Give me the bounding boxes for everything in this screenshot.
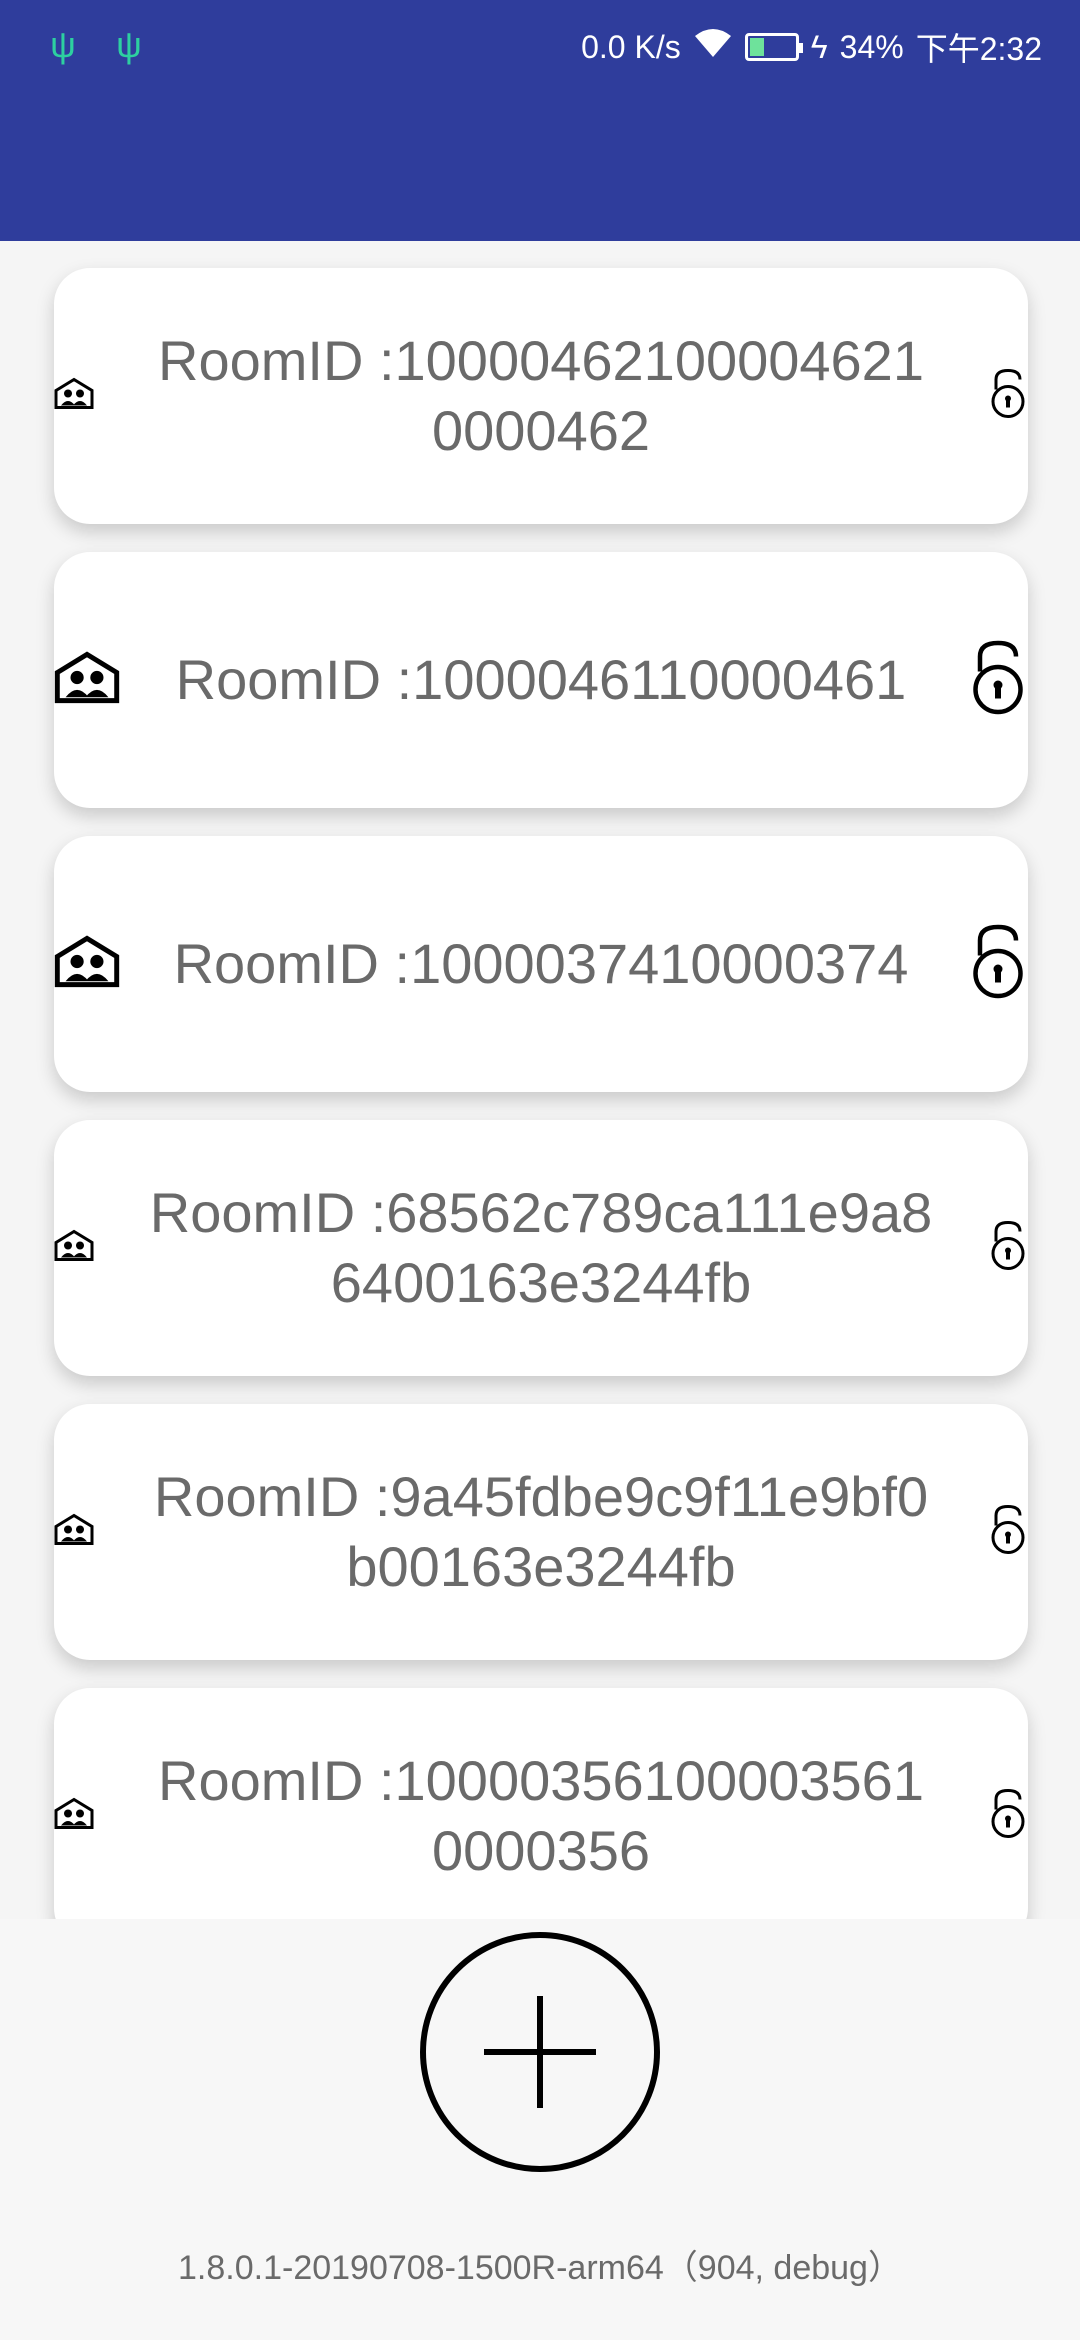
room-card[interactable]: RoomID :1000046110000461 [54,552,1028,808]
status-right: 0.0 K/s ϟ 34% 下午2:32 [581,24,1042,70]
room-id-label: RoomID :1000037410000374 [173,932,909,995]
room-icon [54,933,120,996]
room-icon [54,1229,94,1268]
app-bar: ψ ψ 0.0 K/s ϟ 34% 下午2:32 [0,0,1080,241]
network-speed: 0.0 K/s [581,28,681,65]
room-id-label: RoomID :100004621000046210000462 [158,329,924,462]
add-room-button[interactable] [420,1932,660,2172]
room-card[interactable]: RoomID :1000037410000374 [54,836,1028,1092]
unlock-icon[interactable] [968,636,1028,725]
room-id-label: RoomID :1000046110000461 [175,648,907,711]
room-card[interactable]: RoomID :100004621000046210000462 [54,268,1028,524]
usb-icon: ψ [50,24,76,65]
room-id-label: RoomID :68562c789ca111e9a86400163e3244fb [149,1181,933,1314]
unlock-icon[interactable] [988,1788,1028,1845]
charging-icon: ϟ [810,28,828,65]
battery-percent: 34% [839,28,904,65]
room-id-label: RoomID :100003561000035610000356 [158,1749,924,1882]
room-icon [54,1797,94,1836]
room-icon [54,1513,94,1552]
unlock-icon[interactable] [988,1504,1028,1561]
version-label: 1.8.0.1-20190708-1500R-arm64（904, debug） [178,2249,902,2287]
room-icon [54,377,94,416]
room-card[interactable]: RoomID :100003561000035610000356 [54,1688,1028,1919]
wifi-icon [693,28,733,66]
battery-icon [744,33,803,61]
room-icon [54,649,120,712]
room-card[interactable]: RoomID :68562c789ca111e9a86400163e3244fb [54,1120,1028,1376]
usb-icon: ψ [116,24,142,65]
unlock-icon[interactable] [988,1220,1028,1277]
room-card[interactable]: RoomID :9a45fdbe9c9f11e9bf0b00163e3244fb [54,1404,1028,1660]
room-list[interactable]: RoomID :100004621000046210000462 RoomID … [0,241,1080,1919]
clock: 下午2:32 [915,31,1042,67]
unlock-icon[interactable] [968,920,1028,1009]
unlock-icon[interactable] [988,368,1028,425]
room-id-label: RoomID :9a45fdbe9c9f11e9bf0b00163e3244fb [153,1465,929,1598]
status-left-icons: ψ ψ [44,24,148,66]
